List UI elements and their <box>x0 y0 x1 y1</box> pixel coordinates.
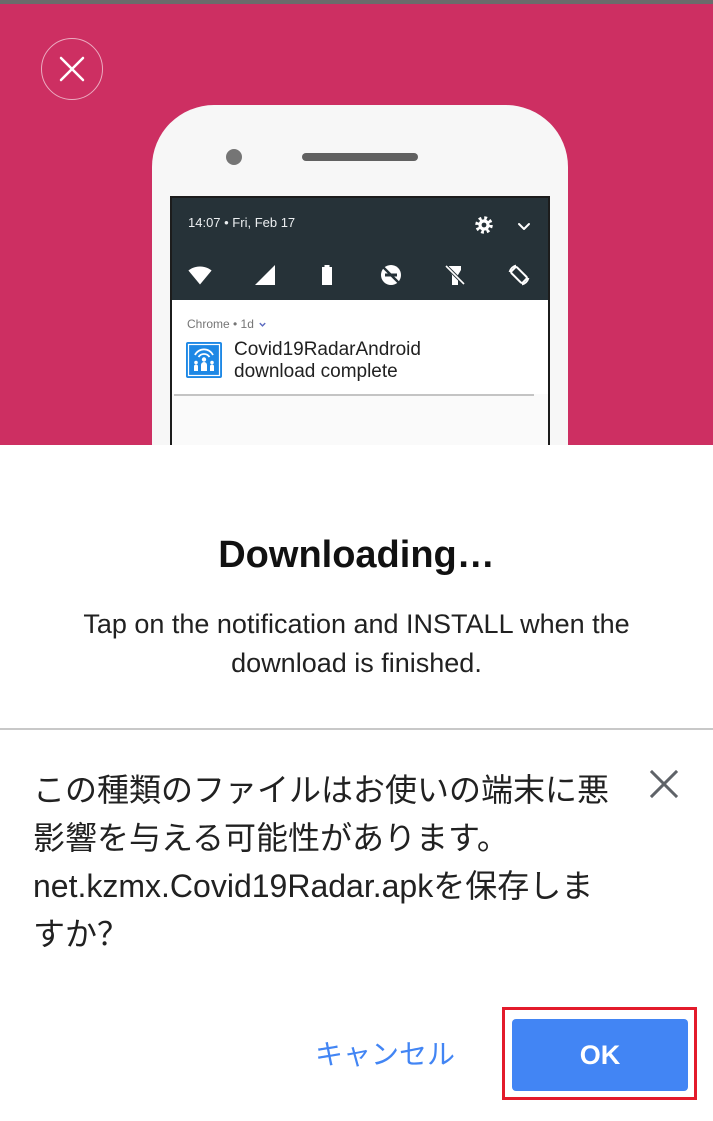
message-line: net.kzmx.Covid19Radar.apkを保存しま <box>33 868 594 904</box>
notification-header: Chrome • 1d <box>187 317 267 332</box>
notification-shade: 14:07 • Fri, Feb 17 <box>172 198 548 300</box>
flashlight-icon <box>444 264 466 286</box>
phone-speaker <box>302 153 418 161</box>
wifi-icon <box>188 266 212 285</box>
battery-icon <box>322 265 332 285</box>
ok-button[interactable]: OK <box>512 1019 688 1091</box>
install-instructions: Tap on the notification and INSTALL when… <box>83 609 630 678</box>
download-warning-message: この種類のファイルはお使いの端末に悪 影響を与える可能性があります。 net.k… <box>33 766 638 958</box>
do-not-disturb-icon <box>381 265 401 285</box>
notification-text: download complete <box>234 361 398 382</box>
dialog-close-button[interactable] <box>647 767 681 801</box>
cancel-button[interactable]: キャンセル <box>295 1025 475 1085</box>
download-notification: Chrome • 1d Covid19RadarAndroid download… <box>172 300 548 394</box>
hero-banner: 14:07 • Fri, Feb 17 Chrome • 1d Covid19R… <box>0 0 713 445</box>
expand-chevron-icon <box>259 322 266 327</box>
covid-radar-app-icon <box>186 342 222 378</box>
status-time-date: 14:07 • Fri, Feb 17 <box>188 215 296 230</box>
phone-illustration: 14:07 • Fri, Feb 17 Chrome • 1d Covid19R… <box>152 105 568 445</box>
auto-rotate-icon <box>508 264 530 286</box>
top-edge <box>0 0 713 4</box>
notification-source: Chrome • 1d <box>187 317 254 331</box>
phone-camera <box>226 149 242 165</box>
message-line: 影響を与える可能性があります。 <box>33 820 509 856</box>
section-divider <box>0 728 713 730</box>
close-icon <box>59 56 85 82</box>
chevron-down-icon <box>518 223 530 230</box>
gear-icon <box>475 216 493 234</box>
notification-divider <box>174 394 534 396</box>
notification-title: Covid19RadarAndroid <box>234 339 421 360</box>
message-line: すか？ <box>33 916 130 952</box>
phone-screen: 14:07 • Fri, Feb 17 Chrome • 1d Covid19R… <box>170 196 550 445</box>
close-icon <box>649 769 679 799</box>
hero-close-button[interactable] <box>41 38 103 100</box>
downloading-title: Downloading… <box>218 534 495 576</box>
message-line: この種類のファイルはお使いの端末に悪 <box>33 772 610 808</box>
signal-icon <box>255 265 275 285</box>
notification-content: Covid19RadarAndroid download complete <box>234 339 421 383</box>
